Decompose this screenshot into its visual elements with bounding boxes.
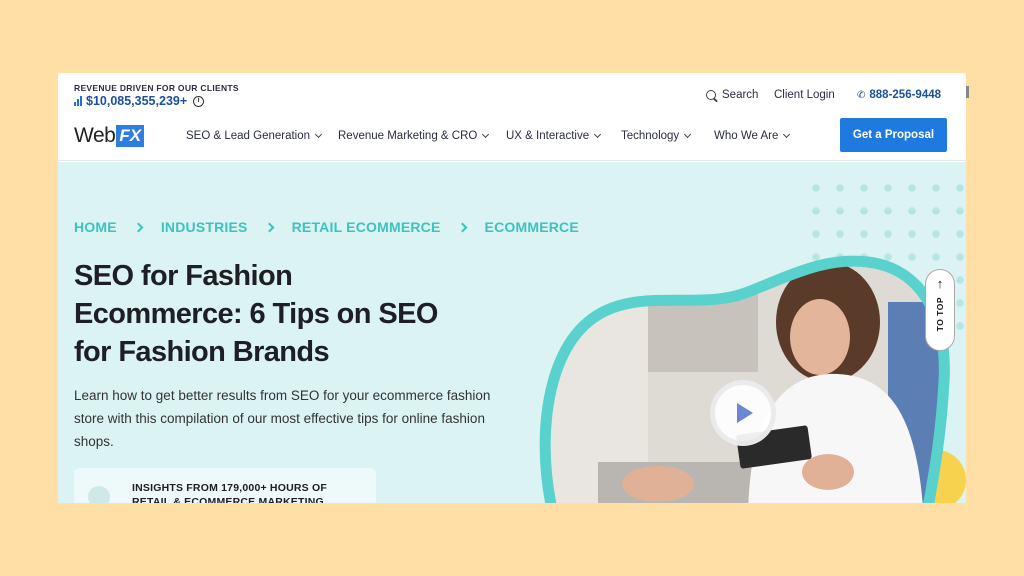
bar-chart-icon (74, 96, 82, 106)
page-description: Learn how to get better results from SEO… (74, 388, 491, 449)
webfx-logo[interactable]: Web FX (74, 124, 145, 148)
nav-item-label: Who We Are (714, 130, 779, 142)
nav-item-label: Technology (621, 130, 680, 142)
chevron-down-icon (482, 130, 490, 138)
insights-text: INSIGHTS FROM 179,000+ HOURS OF RETAIL &… (132, 481, 362, 503)
nav-item-technology[interactable]: Technology (621, 130, 692, 142)
info-icon[interactable]: i (193, 95, 205, 107)
nav-item-label: SEO & Lead Generation (186, 130, 311, 142)
back-to-top-button[interactable]: ↑ TO TOP (925, 269, 955, 351)
nav-item-label: Revenue Marketing & CRO (338, 130, 478, 142)
nav-item-seo-lead-generation[interactable]: SEO & Lead Generation (186, 130, 323, 142)
browser-viewport: REVENUE DRIVEN FOR OUR CLIENTS $10,085,3… (58, 73, 966, 503)
hero-section: HOME INDUSTRIES RETAIL ECOMMERCE ECOMMER… (58, 162, 966, 503)
logo-web-text: Web (74, 124, 116, 147)
chevron-right-icon (457, 222, 467, 232)
page-title-line: SEO for Fashion (74, 260, 293, 292)
play-video-button[interactable] (710, 380, 776, 446)
revenue-row: $10,085,355,239+ i (74, 94, 205, 108)
revenue-value: $10,085,355,239+ (86, 94, 188, 108)
chevron-right-icon (133, 222, 144, 232)
scrollbar-thumb[interactable] (966, 86, 969, 98)
chevron-down-icon (684, 130, 692, 138)
insights-line: RETAIL & ECOMMERCE MARKETING (132, 496, 324, 503)
breadcrumb-retail-ecommerce[interactable]: RETAIL ECOMMERCE (292, 219, 441, 235)
play-icon (737, 403, 753, 423)
arrow-up-icon: ↑ (936, 276, 944, 291)
phone-icon: ✆ (857, 89, 866, 101)
chevron-down-icon (314, 130, 323, 138)
breadcrumb: HOME INDUSTRIES RETAIL ECOMMERCE ECOMMER… (74, 219, 579, 235)
chevron-down-icon (594, 130, 602, 138)
get-a-proposal-button[interactable]: Get a Proposal (840, 118, 947, 152)
revenue-label: REVENUE DRIVEN FOR OUR CLIENTS (74, 83, 239, 93)
client-login-label: Client Login (774, 89, 835, 101)
search-label: Search (722, 89, 759, 101)
top-utility-bar: REVENUE DRIVEN FOR OUR CLIENTS $10,085,3… (58, 73, 966, 113)
logo-fx-text: FX (116, 125, 145, 147)
breadcrumb-ecommerce[interactable]: ECOMMERCE (485, 219, 579, 235)
chevron-down-icon (783, 130, 791, 138)
page-title-line: Ecommerce: 6 Tips on SEO (74, 298, 438, 330)
phone-number: 888-256-9448 (869, 89, 942, 101)
page-title-line: for Fashion Brands (74, 336, 330, 368)
chevron-right-icon (264, 222, 275, 232)
search-link[interactable]: Search (706, 89, 758, 101)
back-to-top-label: TO TOP (935, 297, 945, 332)
client-login-link[interactable]: Client Login (774, 89, 835, 101)
insights-card: INSIGHTS FROM 179,000+ HOURS OF RETAIL &… (74, 468, 376, 503)
nav-item-ux-interactive[interactable]: UX & Interactive (506, 130, 602, 142)
insights-line: INSIGHTS FROM 179,000+ HOURS OF (132, 482, 327, 494)
insights-icon (88, 486, 110, 503)
nav-item-revenue-marketing-cro[interactable]: Revenue Marketing & CRO (338, 130, 490, 142)
phone-link[interactable]: ✆ 888-256-9448 (857, 89, 941, 101)
nav-item-label: UX & Interactive (506, 130, 590, 142)
breadcrumb-industries[interactable]: INDUSTRIES (161, 219, 248, 235)
main-navigation: Web FX SEO & Lead Generation Revenue Mar… (58, 113, 966, 161)
page-title: SEO for Fashion Ecommerce: 6 Tips on SEO… (74, 257, 514, 371)
nav-item-who-we-are[interactable]: Who We Are (714, 130, 791, 142)
breadcrumb-home[interactable]: HOME (74, 219, 117, 235)
search-icon (706, 90, 716, 100)
